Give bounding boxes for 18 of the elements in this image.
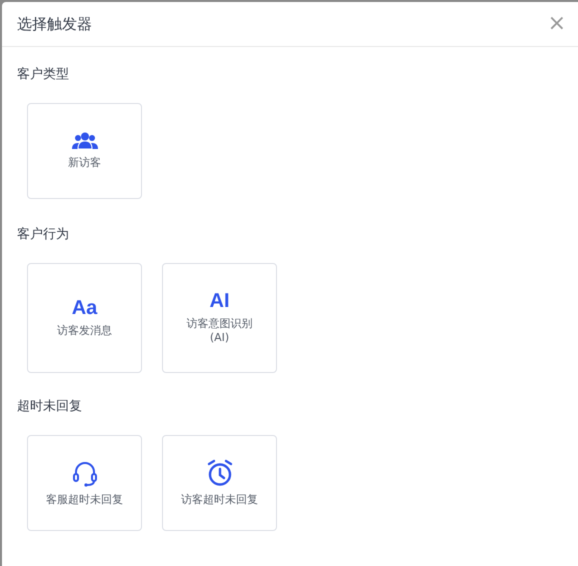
users-icon <box>70 132 98 150</box>
trigger-label: 客服超时未回复 <box>46 492 123 508</box>
dialog-title: 选择触发器 <box>17 14 92 34</box>
trigger-label: 访客发消息 <box>57 324 112 338</box>
trigger-label: 访客超时未回复 <box>181 492 258 508</box>
alarm-clock-icon <box>206 458 234 487</box>
section-label: 客户行为 <box>17 226 70 243</box>
trigger-card[interactable]: AI 访客意图识别 (AI) <box>162 263 277 373</box>
text-glyph-icon: AI <box>210 290 230 311</box>
section-label: 客户类型 <box>17 66 70 83</box>
trigger-label: 访客意图识别 (AI) <box>186 316 252 346</box>
text-glyph-icon: Aa <box>72 298 98 318</box>
trigger-card[interactable]: 新访客 <box>27 103 142 199</box>
trigger-card[interactable]: Aa 访客发消息 <box>27 263 142 373</box>
trigger-card[interactable]: 客服超时未回复 <box>27 435 142 531</box>
trigger-card[interactable]: 访客超时未回复 <box>162 435 277 531</box>
section-label: 超时未回复 <box>17 398 83 415</box>
trigger-label: 新访客 <box>68 156 101 170</box>
